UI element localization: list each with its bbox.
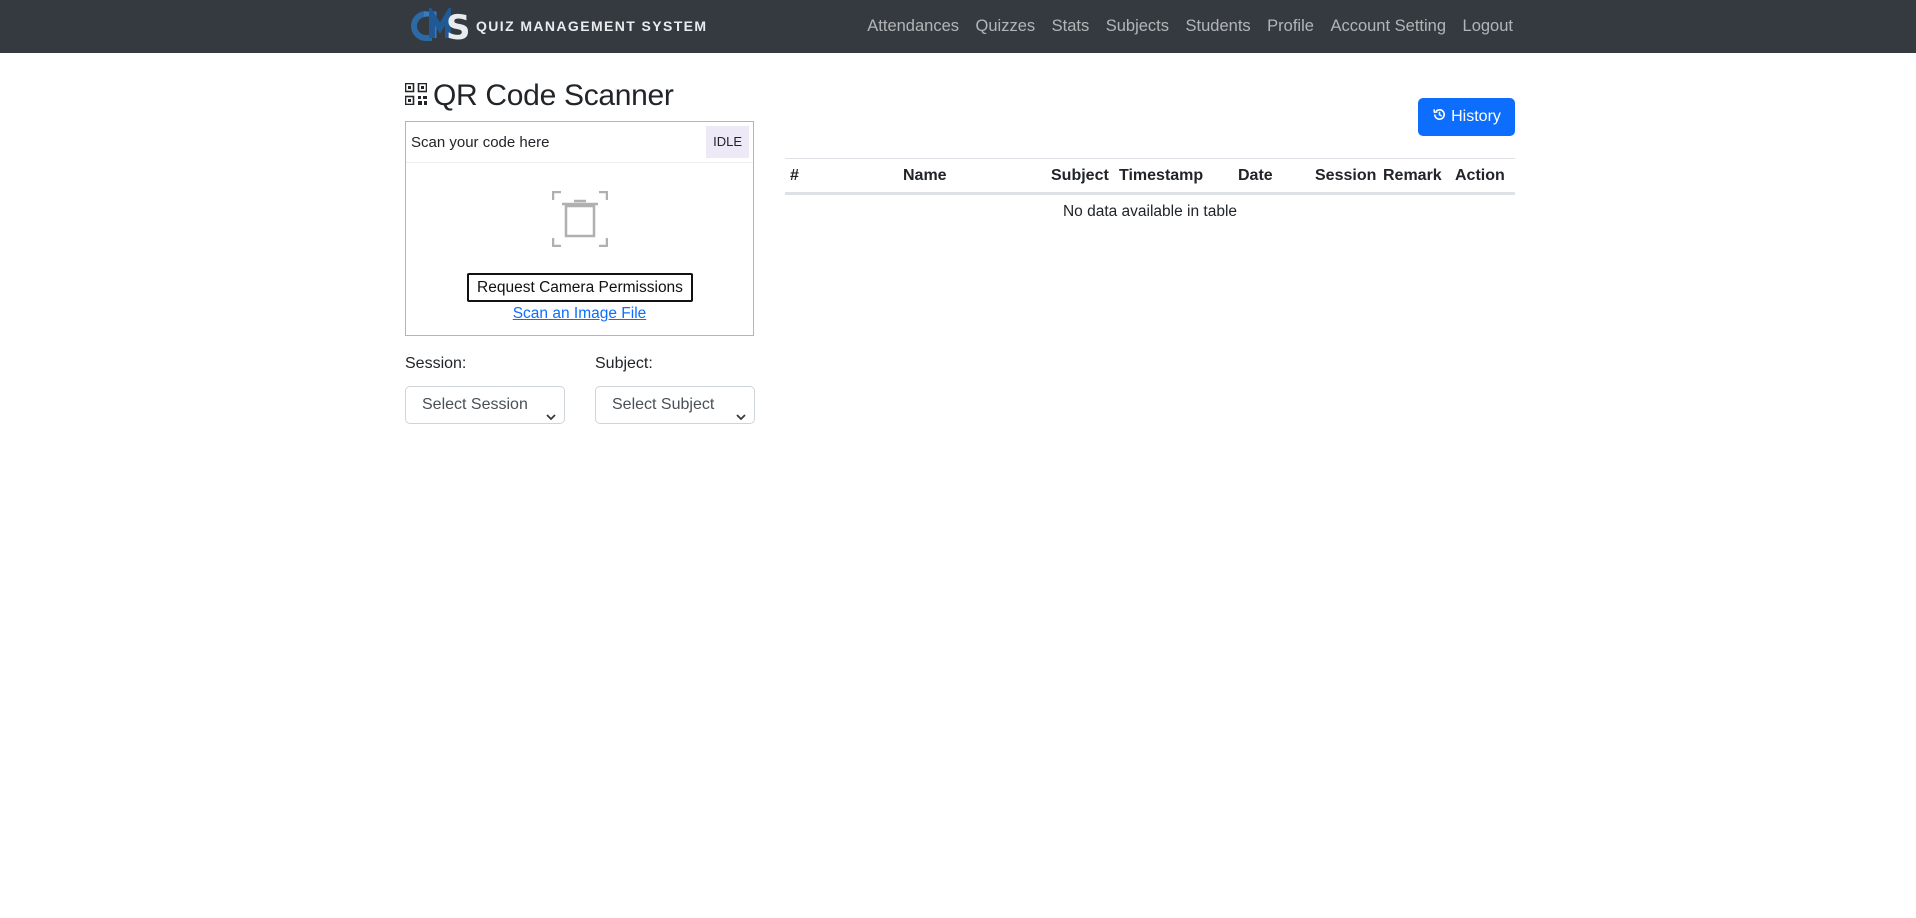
nav-links: Attendances Quizzes Stats Subjects Stude… (851, 0, 1513, 53)
scan-image-file-link[interactable]: Scan an Image File (406, 305, 753, 323)
scanner-header: Scan your code here IDLE (406, 122, 753, 163)
nav-item-students[interactable]: Students (1186, 17, 1251, 36)
nav-item-logout[interactable]: Logout (1463, 17, 1513, 36)
subject-select[interactable]: Select Subject (595, 386, 755, 424)
session-select-value: Select Session (422, 396, 528, 413)
nav-item-profile[interactable]: Profile (1267, 17, 1314, 36)
history-button[interactable]: History (1418, 98, 1515, 136)
column-header-name[interactable]: Name (903, 167, 947, 185)
table-header-row: # Name Subject Timestamp Date Session Re… (785, 159, 1515, 195)
column-header-session[interactable]: Session (1315, 167, 1376, 185)
history-icon (1432, 107, 1447, 127)
subject-label: Subject: (595, 355, 653, 372)
column-header-timestamp[interactable]: Timestamp (1119, 167, 1203, 185)
brand[interactable]: S QUIZ MANAGEMENT SYSTEM (410, 4, 708, 48)
column-header-remark[interactable]: Remark (1383, 167, 1442, 185)
table-empty-message: No data available in table (1062, 203, 1238, 220)
column-header-index[interactable]: # (790, 167, 799, 185)
session-select[interactable]: Select Session (405, 386, 565, 424)
nav-item-subjects[interactable]: Subjects (1106, 17, 1169, 36)
request-camera-permissions-button[interactable]: Request Camera Permissions (467, 273, 693, 302)
qr-scanner-panel: Scan your code here IDLE Request Camera … (405, 121, 754, 336)
nav-item-attendances[interactable]: Attendances (867, 17, 959, 36)
subject-select-value: Select Subject (612, 396, 715, 413)
chevron-down-icon (736, 400, 746, 436)
nav-item-quizzes[interactable]: Quizzes (976, 17, 1036, 36)
page-title: QR Code Scanner (433, 79, 674, 112)
page-heading: QR Code Scanner (404, 76, 674, 116)
brand-name: QUIZ MANAGEMENT SYSTEM (476, 18, 708, 34)
attendance-table: # Name Subject Timestamp Date Session Re… (785, 158, 1515, 229)
nav-item-account-setting[interactable]: Account Setting (1330, 17, 1446, 36)
svg-text:S: S (446, 8, 471, 44)
nav-item-stats[interactable]: Stats (1052, 17, 1090, 36)
camera-scan-icon (551, 190, 609, 248)
column-header-action[interactable]: Action (1455, 167, 1505, 185)
history-button-label: History (1451, 108, 1501, 125)
session-label: Session: (405, 355, 467, 372)
scanner-status-badge: IDLE (706, 126, 749, 158)
scanner-header-text: Scan your code here (411, 133, 550, 151)
column-header-date[interactable]: Date (1238, 167, 1273, 185)
qms-logo-icon: S (410, 4, 472, 48)
column-header-subject[interactable]: Subject (1051, 167, 1109, 185)
top-navbar: S QUIZ MANAGEMENT SYSTEM Attendances Qui… (0, 0, 1916, 53)
qrcode-icon (404, 82, 428, 110)
chevron-down-icon (546, 400, 556, 436)
